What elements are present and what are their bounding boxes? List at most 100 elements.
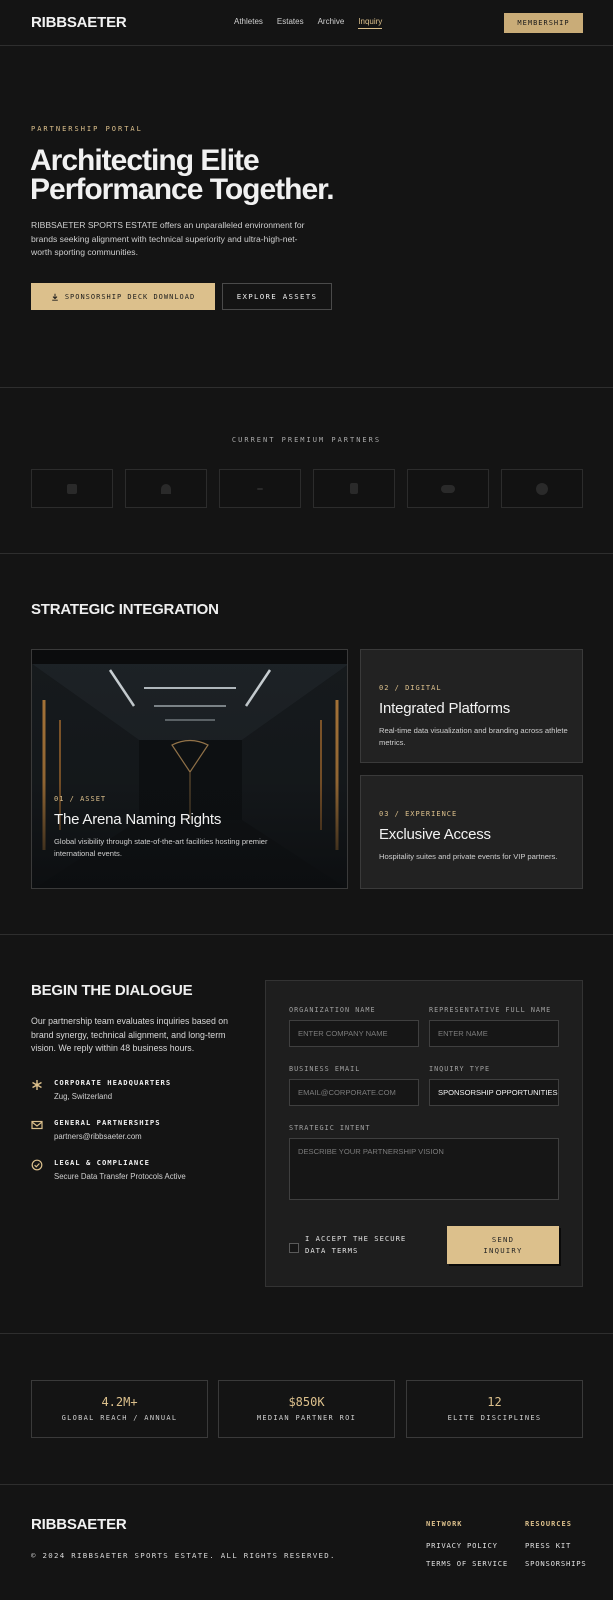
arena-card-title: The Arena Naming Rights <box>54 811 222 828</box>
check-circle-icon <box>31 1159 43 1171</box>
business-email-label: BUSINESS EMAIL <box>289 1065 361 1073</box>
representative-name-input[interactable]: ENTER NAME <box>429 1020 559 1047</box>
accept-terms-checkbox[interactable] <box>289 1243 299 1253</box>
partner-mark-icon <box>67 483 77 494</box>
organization-name-input[interactable]: ENTER COMPANY NAME <box>289 1020 419 1047</box>
contact-partnerships-text: GENERAL PARTNERSHIPS partners@ribbsaeter… <box>54 1118 161 1141</box>
sponsorships-link[interactable]: SPONSORSHIPS <box>525 1559 587 1568</box>
nav-link-inquiry[interactable]: Inquiry <box>358 17 383 29</box>
access-card-tag: 03 / EXPERIENCE <box>379 810 458 818</box>
partner-mark-icon <box>257 487 263 490</box>
business-email-input[interactable]: EMAIL@CORPORATE.COM <box>289 1079 419 1106</box>
partner-logo[interactable] <box>219 469 301 508</box>
contact-partnerships-title: GENERAL PARTNERSHIPS <box>54 1118 161 1127</box>
partner-logo[interactable] <box>125 469 207 508</box>
partners-title: CURRENT PREMIUM PARTNERS <box>231 436 382 444</box>
partner-mark-icon <box>441 484 455 493</box>
footer-logo[interactable]: RIBBSAETER <box>31 1516 127 1533</box>
access-card-title: Exclusive Access <box>379 826 491 843</box>
partner-mark-icon <box>350 483 358 494</box>
contact-partnerships: GENERAL PARTNERSHIPS partners@ribbsaeter… <box>31 1118 161 1141</box>
inquiry-type-select[interactable]: SPONSORSHIP OPPORTUNITIES <box>429 1079 559 1106</box>
arena-naming-rights-card[interactable]: 01 / ASSET The Arena Naming Rights Globa… <box>31 649 348 889</box>
hero-title: Architecting Elite Performance Together. <box>30 146 430 206</box>
arena-card-content: 01 / ASSET The Arena Naming Rights Globa… <box>54 795 284 859</box>
dialogue-description: Our partnership team evaluates inquiries… <box>31 1016 229 1054</box>
strategic-title: STRATEGIC INTEGRATION <box>31 601 219 618</box>
top-nav: RIBBSAETER Athletes Estates Archive Inqu… <box>0 0 613 46</box>
hero-eyebrow: PARTNERSHIP PORTAL <box>31 125 143 133</box>
platforms-card-title: Integrated Platforms <box>379 700 511 717</box>
stat-disciplines-label: ELITE DISCIPLINES <box>447 1414 542 1422</box>
representative-name-label: REPRESENTATIVE FULL NAME <box>429 1006 552 1014</box>
arena-card-tag: 01 / ASSET <box>54 795 107 803</box>
stat-disciplines: 12 ELITE DISCIPLINES <box>406 1380 583 1438</box>
stat-partner-roi: $850K MEDIAN PARTNER ROI <box>218 1380 395 1438</box>
hero-description: RIBBSAETER SPORTS ESTATE offers an unpar… <box>31 220 305 257</box>
partner-logos <box>31 469 583 508</box>
dialogue-section: BEGIN THE DIALOGUE Our partnership team … <box>0 935 613 1334</box>
envelope-icon <box>31 1120 43 1130</box>
exclusive-access-card[interactable]: 03 / EXPERIENCE Exclusive Access Hospita… <box>360 775 583 889</box>
footer-network-column: NETWORK PRIVACY POLICY TERMS OF SERVICE <box>426 1520 508 1577</box>
partner-mark-icon <box>536 482 548 495</box>
contact-legal-text: LEGAL & COMPLIANCE Secure Data Transfer … <box>54 1158 186 1181</box>
nav-link-estates[interactable]: Estates <box>277 17 304 29</box>
arena-card-description: Global visibility through state-of-the-a… <box>54 837 268 858</box>
footer-resources-column: RESOURCES PRESS KIT SPONSORSHIPS <box>525 1520 587 1577</box>
partner-logo[interactable] <box>501 469 583 508</box>
resources-heading: RESOURCES <box>525 1520 572 1528</box>
platforms-card-content: 02 / DIGITAL Integrated Platforms Real-t… <box>379 684 569 748</box>
strategic-intent-textarea[interactable]: DESCRIBE YOUR PARTNERSHIP VISION <box>289 1138 559 1200</box>
platforms-card-tag: 02 / DIGITAL <box>379 684 442 692</box>
contact-partnerships-value[interactable]: partners@ribbsaeter.com <box>54 1132 161 1141</box>
asterisk-icon <box>32 1080 42 1090</box>
send-inquiry-button[interactable]: SEND INQUIRY <box>447 1226 559 1264</box>
strategic-section: STRATEGIC INTEGRATION 01 / ASSET The Are… <box>0 554 613 935</box>
access-card-content: 03 / EXPERIENCE Exclusive Access Hospita… <box>379 810 559 863</box>
hero-section: PARTNERSHIP PORTAL Architecting Elite Pe… <box>0 46 613 388</box>
brand-logo[interactable]: RIBBSAETER <box>31 14 127 31</box>
inquiry-form: ORGANIZATION NAME ENTER COMPANY NAME REP… <box>265 980 583 1287</box>
organization-name-label: ORGANIZATION NAME <box>289 1006 376 1014</box>
stats-section: 4.2M+ GLOBAL REACH / ANNUAL $850K MEDIAN… <box>0 1334 613 1485</box>
stat-global-reach: 4.2M+ GLOBAL REACH / ANNUAL <box>31 1380 208 1438</box>
sponsorship-deck-label: SPONSORSHIP DECK DOWNLOAD <box>64 292 196 301</box>
partner-logo[interactable] <box>313 469 395 508</box>
dialogue-title: BEGIN THE DIALOGUE <box>31 982 193 999</box>
nav-link-athletes[interactable]: Athletes <box>234 17 263 29</box>
nav-links: Athletes Estates Archive Inquiry <box>234 17 383 29</box>
inquiry-type-label: INQUIRY TYPE <box>429 1065 491 1073</box>
stat-partner-roi-value: $850K <box>288 1395 325 1409</box>
hero-title-line2: Performance Together. <box>30 173 335 206</box>
contact-headquarters-text: CORPORATE HEADQUARTERS Zug, Switzerland <box>54 1078 171 1101</box>
partner-logo[interactable] <box>31 469 113 508</box>
stat-disciplines-value: 12 <box>487 1395 502 1409</box>
stat-partner-roi-label: MEDIAN PARTNER ROI <box>256 1414 357 1422</box>
contact-headquarters-title: CORPORATE HEADQUARTERS <box>54 1078 172 1087</box>
nav-link-archive[interactable]: Archive <box>318 17 345 29</box>
send-inquiry-label: SEND INQUIRY <box>483 1234 523 1256</box>
contact-legal: LEGAL & COMPLIANCE Secure Data Transfer … <box>31 1158 186 1181</box>
contact-legal-title: LEGAL & COMPLIANCE <box>54 1158 150 1167</box>
download-icon <box>52 293 58 301</box>
partner-mark-icon <box>161 483 171 494</box>
stat-global-reach-value: 4.2M+ <box>101 1395 138 1409</box>
sponsorship-deck-download-button[interactable]: SPONSORSHIP DECK DOWNLOAD <box>31 283 215 310</box>
platforms-card-description: Real-time data visualization and brandin… <box>379 726 568 747</box>
partner-logo[interactable] <box>407 469 489 508</box>
contact-legal-value: Secure Data Transfer Protocols Active <box>54 1172 186 1181</box>
access-card-description: Hospitality suites and private events fo… <box>379 852 558 861</box>
stat-global-reach-label: GLOBAL REACH / ANNUAL <box>61 1414 178 1422</box>
press-kit-link[interactable]: PRESS KIT <box>525 1541 587 1550</box>
strategic-intent-label: STRATEGIC INTENT <box>289 1124 371 1132</box>
accept-terms-label[interactable]: I ACCEPT THE SECURE DATA TERMS <box>305 1233 430 1256</box>
explore-assets-button[interactable]: EXPLORE ASSETS <box>222 283 332 310</box>
privacy-policy-link[interactable]: PRIVACY POLICY <box>426 1541 508 1550</box>
membership-button[interactable]: MEMBERSHIP <box>504 13 583 33</box>
network-heading: NETWORK <box>426 1520 463 1528</box>
integrated-platforms-card[interactable]: 02 / DIGITAL Integrated Platforms Real-t… <box>360 649 583 763</box>
footer: RIBBSAETER © 2024 RIBBSAETER SPORTS ESTA… <box>0 1485 613 1600</box>
contact-headquarters-value: Zug, Switzerland <box>54 1092 113 1101</box>
terms-of-service-link[interactable]: TERMS OF SERVICE <box>426 1559 508 1568</box>
